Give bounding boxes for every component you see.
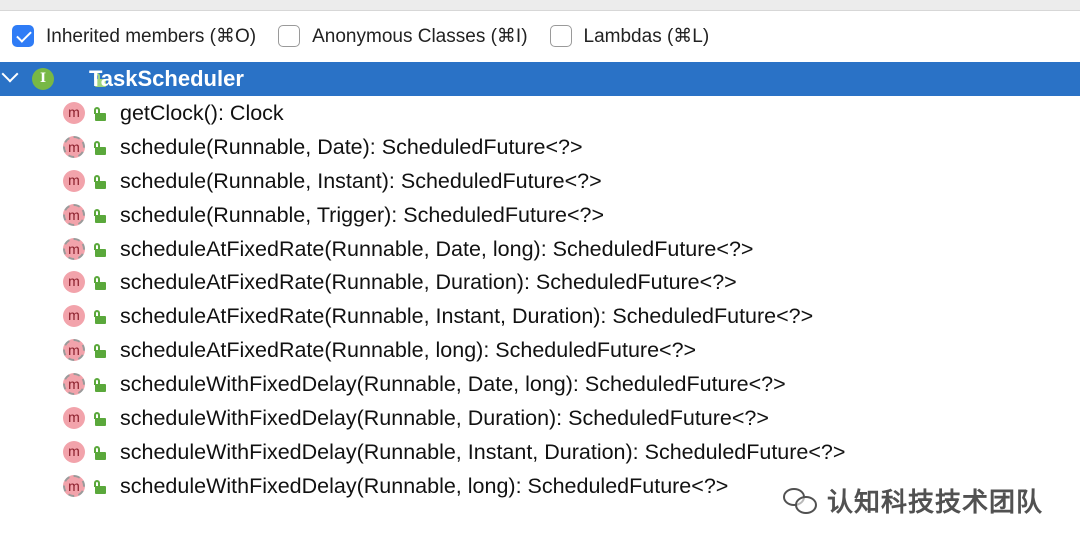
method-signature: getClock(): Clock <box>120 101 284 125</box>
anonymous-classes-checkbox[interactable] <box>278 25 301 47</box>
public-lock-icon <box>94 344 106 359</box>
abstract-method-icon: m <box>63 135 85 158</box>
tree-root-label: TaskScheduler <box>89 66 244 91</box>
tree-item-method[interactable]: m scheduleAtFixedRate(Runnable, Instant, … <box>0 299 1080 333</box>
method-signature: scheduleWithFixedDelay(Runnable, Instant… <box>120 439 846 464</box>
abstract-method-icon: m <box>63 474 85 497</box>
lambdas-checkbox[interactable] <box>549 25 572 47</box>
member-list: m getClock(): Clock m schedule(Runnable, Da… <box>0 96 1080 503</box>
method-signature: scheduleWithFixedDelay(Runnable, Duratio… <box>120 406 769 431</box>
method-icon: m <box>63 271 85 294</box>
public-lock-icon <box>94 378 106 393</box>
tree-item-method[interactable]: m schedule(Runnable, Date): ScheduledFutu… <box>0 130 1080 164</box>
interface-icon: I <box>32 68 54 90</box>
anonymous-classes-label: Anonymous Classes (⌘I) <box>312 25 528 47</box>
abstract-method-icon: m <box>63 237 85 260</box>
method-signature: schedule(Runnable, Instant): ScheduledFu… <box>120 168 602 193</box>
filter-bar: Inherited members (⌘O) Anonymous Classes… <box>0 10 1080 62</box>
watermark-text: 认知科技技术团队 <box>827 488 1044 518</box>
lambdas-label: Lambdas (⌘L) <box>583 25 710 47</box>
wechat-icon <box>783 486 819 516</box>
inherited-members-label: Inherited members (⌘O) <box>46 25 257 47</box>
abstract-method-icon: m <box>63 203 85 226</box>
tree-root-taskscheduler[interactable]: I TaskScheduler <box>0 62 1080 96</box>
filter-lambdas[interactable]: Lambdas (⌘L) <box>549 25 710 48</box>
public-lock-icon <box>94 412 106 427</box>
public-lock-icon <box>94 174 106 189</box>
method-signature: scheduleWithFixedDelay(Runnable, Date, l… <box>120 372 786 397</box>
method-icon: m <box>63 169 85 192</box>
public-lock-icon <box>94 107 106 121</box>
filter-inherited-members[interactable]: Inherited members (⌘O) <box>12 25 256 48</box>
method-signature: schedule(Runnable, Trigger): ScheduledFu… <box>120 202 605 227</box>
method-signature: scheduleWithFixedDelay(Runnable, long): … <box>120 473 729 498</box>
tree-item-method[interactable]: m schedule(Runnable, Trigger): ScheduledF… <box>0 198 1080 232</box>
public-lock-icon <box>94 208 106 223</box>
public-lock-icon <box>94 140 106 155</box>
public-lock-icon <box>94 310 106 325</box>
chevron-down-icon[interactable] <box>1 65 19 83</box>
method-icon: m <box>63 102 85 124</box>
watermark: 认知科技技术团队 <box>783 482 1043 519</box>
method-icon: m <box>63 305 85 328</box>
tree-item-method[interactable]: m scheduleAtFixedRate(Runnable, long): Sc… <box>0 333 1080 367</box>
tree-item-method[interactable]: m scheduleWithFixedDelay(Runnable, Durati… <box>0 401 1080 435</box>
filter-anonymous-classes[interactable]: Anonymous Classes (⌘I) <box>278 25 528 48</box>
method-signature: scheduleAtFixedRate(Runnable, long): Sch… <box>120 338 697 363</box>
abstract-method-icon: m <box>63 373 85 396</box>
tree-item-method[interactable]: m scheduleAtFixedRate(Runnable, Duration)… <box>0 265 1080 299</box>
inherited-members-checkbox[interactable] <box>12 25 34 47</box>
method-icon: m <box>63 407 85 430</box>
structure-tree: I TaskScheduler m getClock(): Clock m sched… <box>0 62 1080 503</box>
method-signature: schedule(Runnable, Date): ScheduledFutur… <box>120 134 583 159</box>
method-icon: m <box>63 440 85 463</box>
tree-item-method[interactable]: m scheduleWithFixedDelay(Runnable, Instan… <box>0 435 1080 469</box>
tree-item-method[interactable]: m getClock(): Clock <box>0 96 1080 130</box>
public-lock-icon <box>94 276 106 291</box>
abstract-method-icon: m <box>63 339 85 362</box>
method-signature: scheduleAtFixedRate(Runnable, Duration):… <box>120 270 737 295</box>
public-lock-icon <box>94 445 106 460</box>
public-lock-icon <box>94 479 106 494</box>
tree-item-method[interactable]: m scheduleAtFixedRate(Runnable, Date, lon… <box>0 232 1080 266</box>
public-lock-icon <box>94 242 106 257</box>
method-signature: scheduleAtFixedRate(Runnable, Date, long… <box>120 236 754 261</box>
tree-item-method[interactable]: m schedule(Runnable, Instant): ScheduledF… <box>0 164 1080 198</box>
tree-item-method[interactable]: m scheduleWithFixedDelay(Runnable, Date, … <box>0 367 1080 401</box>
method-signature: scheduleAtFixedRate(Runnable, Instant, D… <box>120 304 814 329</box>
